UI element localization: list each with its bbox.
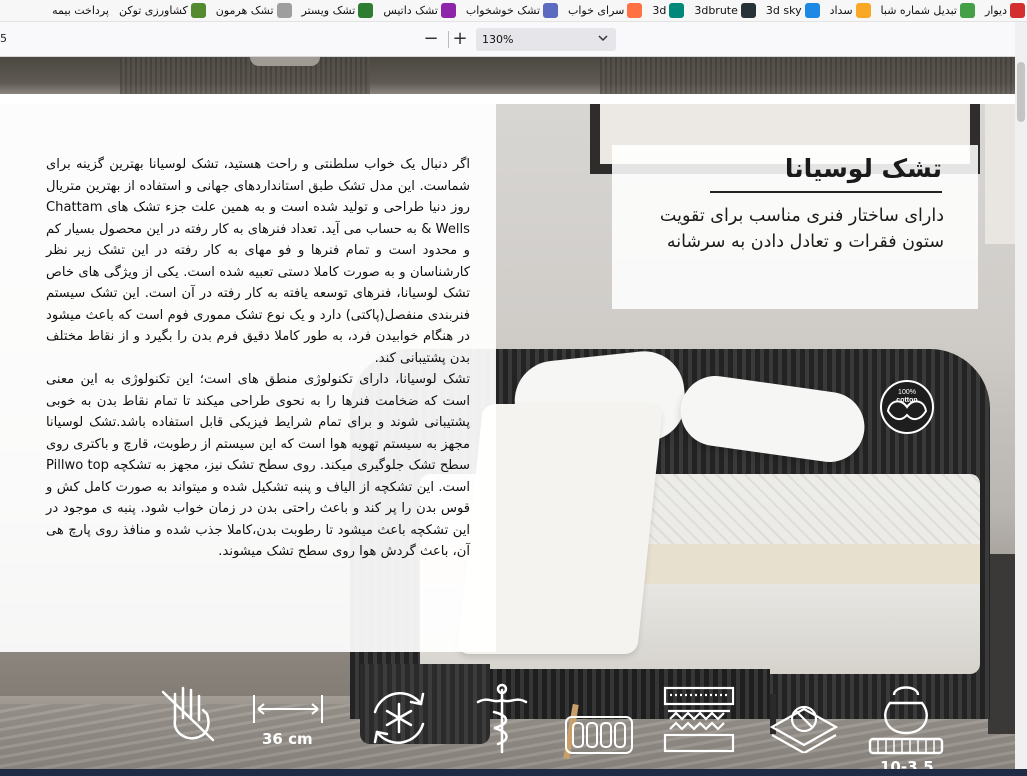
title-panel: تشک لوسیانا دارای ساختار فنری مناسب برای… [612, 145, 978, 309]
datis-icon [440, 3, 456, 18]
bookmark-label: کشاورزی توکن [118, 4, 188, 17]
previous-page-photo [0, 57, 1022, 94]
bookmark-item[interactable]: تبدیل شماره شبا [881, 3, 975, 18]
bookmark-item[interactable]: کشاورزی توکن [119, 3, 206, 18]
shaba-icon [959, 3, 975, 18]
3dbrute-icon [740, 3, 756, 18]
zoom-in-icon: + [452, 28, 468, 49]
cotton-badge: 100% cotton [876, 377, 938, 435]
bookmark-item[interactable]: سداد [830, 3, 871, 18]
bookmark-item[interactable]: تشک ویستر [302, 3, 374, 18]
chevron-down-icon [598, 31, 608, 48]
3dsky-icon [804, 3, 820, 18]
bookmark-item[interactable]: 3d [652, 3, 685, 18]
bookmark-item[interactable]: دیوار [985, 3, 1025, 18]
hand-no-touch-icon [155, 680, 221, 750]
bookmark-item[interactable]: پرداخت بیمه [52, 4, 109, 17]
spring-layer-icon [662, 685, 736, 759]
bookmark-label: پرداخت بیمه [52, 4, 109, 17]
bookmark-item[interactable]: تشک هرمون [216, 3, 292, 18]
zoom-in-button[interactable]: + [449, 28, 471, 50]
photo-texture [120, 57, 370, 94]
product-title: تشک لوسیانا [784, 154, 942, 183]
bookmark-item[interactable]: 3dbrute [694, 3, 756, 18]
bookmark-label: سداد [829, 4, 853, 17]
title-underline [710, 191, 942, 193]
bookmark-item[interactable]: سرای خواب [568, 3, 643, 18]
divar-icon [1010, 3, 1025, 18]
page-number-field[interactable]: 5 [0, 32, 7, 45]
weight-kettlebell-icon [866, 681, 946, 761]
bookmark-label: سرای خواب [568, 4, 625, 17]
khoshkhab-icon [543, 3, 559, 18]
bookmark-label: دیوار [984, 4, 1007, 17]
bookmark-label: تشک داتیس [383, 4, 438, 17]
taskbar-edge [0, 769, 1027, 776]
bookmark-label: 3dbrute [694, 4, 738, 17]
scrollbar[interactable] [1015, 22, 1027, 776]
zoom-out-icon: − [423, 28, 439, 49]
product-subtitle: دارای ساختار فنری مناسب برای تقویت ستون … [659, 206, 944, 252]
medical-caduceus-icon [472, 682, 532, 760]
cotton-percent: 100% [898, 389, 916, 396]
bookmark-label: 3d sky [765, 4, 802, 17]
hermon-icon [276, 3, 292, 18]
pocket-springs-icon [563, 713, 635, 761]
height-36cm-icon [250, 689, 326, 733]
zoom-select[interactable]: 130% [476, 28, 616, 51]
scrollbar-thumb[interactable] [1017, 62, 1025, 122]
bookmark-item[interactable]: تشک داتیس [383, 3, 456, 18]
bookmark-label: تشک ویستر [301, 4, 356, 17]
token-icon [190, 3, 206, 18]
zoom-value: 130% [482, 33, 514, 46]
sadad-icon [855, 3, 871, 18]
pdf-page-viewport[interactable]: اگر دنبال یک خواب سلطنتی و راحت هستید، ت… [0, 57, 1022, 776]
paragraph-1: اگر دنبال یک خواب سلطنتی و راحت هستید، ت… [46, 157, 470, 366]
bookmark-label: 3d [652, 4, 667, 17]
height-label: 36 cm [262, 730, 313, 748]
photo-table-detail [250, 57, 320, 66]
bookmarks-bar: دیوار تبدیل شماره شبا سداد 3d sky 3dbrute 3d س… [0, 0, 1027, 22]
3d-icon [669, 3, 685, 18]
description-text: اگر دنبال یک خواب سلطنتی و راحت هستید، ت… [46, 154, 470, 563]
photo-texture [600, 57, 1020, 94]
page-gap [0, 94, 1022, 104]
anti-bacteria-layer-icon [768, 693, 840, 757]
pdf-toolbar: 5 − + 130% [0, 22, 1027, 57]
saraye-khab-icon [627, 3, 643, 18]
bookmark-label: تشک خوشخواب [465, 4, 541, 17]
antifreeze-icon [363, 682, 435, 758]
bookmark-item[interactable]: 3d sky [766, 3, 820, 18]
paragraph-2: تشک لوسیانا، دارای تکنولوژی منطق های است… [46, 372, 470, 559]
bookmark-label: تبدیل شماره شبا [880, 4, 957, 17]
cotton-label: cotton [896, 397, 917, 404]
bookmark-item[interactable]: تشک خوشخواب [465, 3, 559, 18]
bookmark-label: تشک هرمون [215, 4, 274, 17]
description-panel: اگر دنبال یک خواب سلطنتی و راحت هستید، ت… [0, 104, 496, 652]
zoom-out-button[interactable]: − [420, 28, 442, 50]
vister-icon [358, 3, 374, 18]
